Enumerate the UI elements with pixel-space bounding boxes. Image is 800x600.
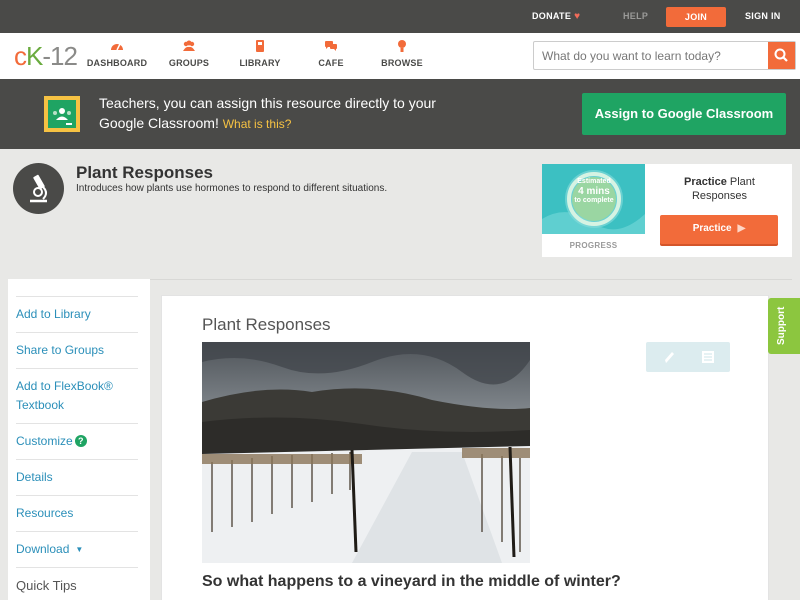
heart-icon: ♥: [574, 11, 581, 22]
content-title: Plant Responses: [202, 315, 331, 334]
left-sidebar: Add to Library Share to Groups Add to Fl…: [8, 279, 150, 600]
nav-dashboard-label: DASHBOARD: [86, 58, 148, 68]
practice-button[interactable]: Practice ▶: [660, 215, 778, 244]
sidebar-item-label: Download: [16, 542, 70, 556]
sidebar-item-resources[interactable]: Resources: [16, 495, 138, 531]
progress-label: PROGRESS: [569, 241, 618, 250]
notes-icon[interactable]: [701, 349, 715, 365]
edit-pencil-icon[interactable]: [662, 349, 676, 365]
donate-label: DONATE: [532, 11, 572, 21]
browse-icon: [398, 40, 406, 52]
to-complete-label: to complete: [574, 197, 614, 204]
nav-library[interactable]: LIBRARY: [225, 39, 295, 68]
sidebar-item-share-to-groups[interactable]: Share to Groups: [16, 332, 138, 368]
practice-card: Estimated 4 mins to complete PROGRESS Pr…: [542, 164, 792, 257]
search-box: [533, 41, 796, 70]
practice-title-bold: Practice: [684, 176, 727, 188]
nav-browse-label: BROWSE: [381, 58, 423, 68]
caret-down-icon: ▼: [75, 545, 84, 554]
sidebar-item-label: Details: [16, 470, 53, 484]
sidebar-item-customize[interactable]: Customize?: [16, 423, 138, 459]
cafe-icon: [325, 41, 337, 51]
lesson-header: Plant Responses Introduces how plants us…: [0, 149, 800, 269]
search-button[interactable]: [768, 42, 795, 69]
sidebar-item-download[interactable]: Download ▼: [16, 531, 138, 567]
content-question-heading: So what happens to a vineyard in the mid…: [202, 573, 621, 590]
nav-cafe-label: CAFE: [318, 58, 344, 68]
nav-library-label: LIBRARY: [239, 58, 281, 68]
groups-icon: [183, 40, 195, 51]
vineyard-winter-image: [202, 342, 530, 563]
practice-title: Practice Plant Responses: [662, 175, 777, 203]
what-is-this-link[interactable]: What is this?: [223, 117, 292, 131]
sign-in-link[interactable]: SIGN IN: [745, 0, 781, 33]
nav-groups[interactable]: GROUPS: [154, 39, 224, 68]
nav-dashboard[interactable]: DASHBOARD: [82, 39, 152, 68]
sidebar-item-label: Add to Library: [16, 307, 91, 321]
logo-k: K: [26, 41, 43, 71]
support-label: Support: [776, 306, 787, 345]
microscope-icon: [13, 163, 64, 214]
nav-groups-label: GROUPS: [168, 58, 210, 68]
sidebar-item-add-to-library[interactable]: Add to Library: [16, 296, 138, 332]
progress-graphic: Estimated 4 mins to complete: [542, 164, 645, 234]
sidebar-item-label: Add to FlexBook® Textbook: [16, 379, 113, 412]
logo-c: c: [14, 41, 27, 71]
chevron-right-icon: ▶: [737, 223, 746, 234]
classroom-banner-text: Teachers, you can assign this resource d…: [99, 93, 459, 134]
sidebar-item-label: Customize: [16, 434, 73, 448]
content-tools: [646, 342, 730, 372]
main-nav: cK-12 DASHBOARD GROUPS LIBRARY CAFE BROW…: [0, 33, 800, 79]
sidebar-item-label: Quick Tips: [16, 578, 77, 593]
library-icon: [256, 40, 264, 52]
nav-cafe[interactable]: CAFE: [296, 39, 366, 68]
sidebar-item-label: Resources: [16, 506, 74, 520]
lesson-description: Introduces how plants use hormones to re…: [76, 183, 388, 194]
classroom-banner: Teachers, you can assign this resource d…: [0, 79, 800, 149]
sidebar-item-add-to-flexbook[interactable]: Add to FlexBook® Textbook: [16, 368, 138, 423]
support-tab[interactable]: Support: [768, 298, 800, 354]
google-classroom-icon: [44, 96, 80, 132]
ck12-logo[interactable]: cK-12: [14, 41, 78, 72]
help-link[interactable]: HELP: [623, 0, 648, 33]
top-bar: DONATE ♥ HELP JOIN SIGN IN: [0, 0, 800, 33]
search-input[interactable]: [534, 42, 769, 69]
join-button[interactable]: JOIN: [666, 7, 726, 27]
estimated-mins: 4 mins: [578, 186, 610, 197]
practice-button-label: Practice: [692, 223, 732, 234]
assign-to-google-classroom-button[interactable]: Assign to Google Classroom: [582, 93, 786, 135]
sidebar-item-label: Share to Groups: [16, 343, 105, 357]
estimated-time: Estimated 4 mins to complete: [566, 178, 622, 205]
donate-link[interactable]: DONATE ♥: [532, 0, 580, 33]
logo-rest: -12: [42, 41, 78, 71]
lesson-title: Plant Responses: [76, 163, 213, 182]
dashboard-icon: [111, 43, 123, 51]
nav-browse[interactable]: BROWSE: [367, 39, 437, 68]
search-icon: [774, 48, 788, 62]
sidebar-item-quick-tips[interactable]: Quick Tips: [16, 567, 138, 600]
sidebar-item-details[interactable]: Details: [16, 459, 138, 495]
estimated-label: Estimated: [577, 178, 611, 185]
help-question-icon[interactable]: ?: [74, 435, 87, 447]
